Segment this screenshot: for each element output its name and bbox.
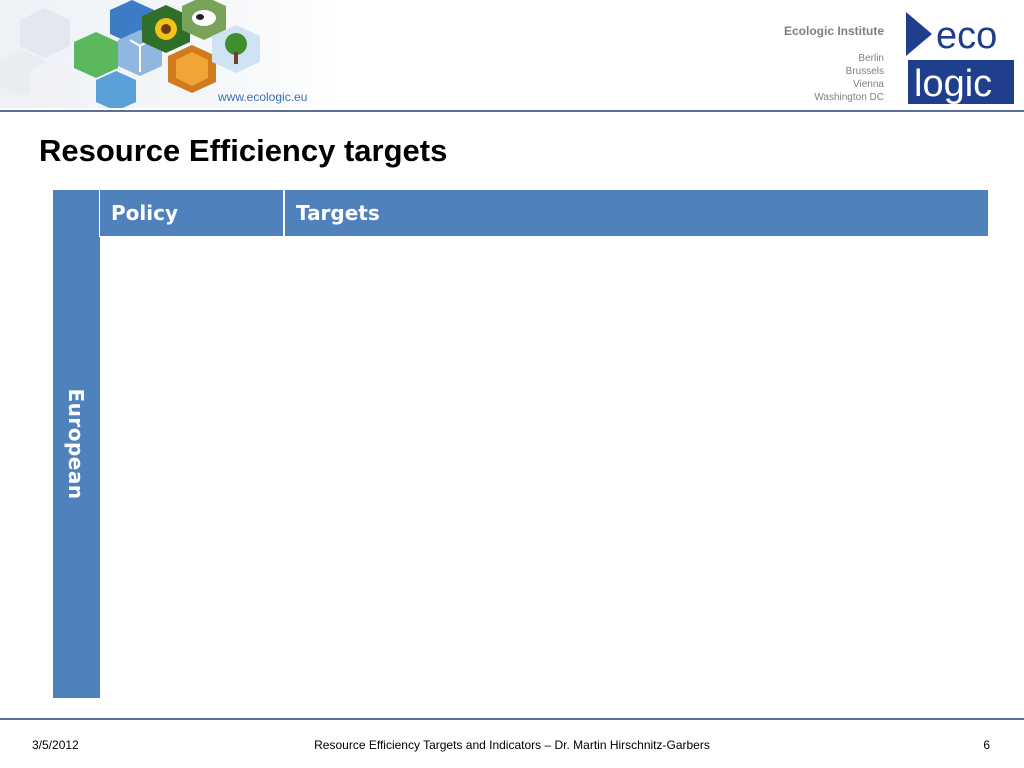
ecologic-logo: eco logic	[906, 12, 1014, 105]
footer-title: Resource Efficiency Targets and Indicato…	[314, 738, 710, 752]
slide: www.ecologic.eu Ecologic Institute Berli…	[0, 0, 1024, 768]
city-berlin: Berlin	[858, 53, 884, 64]
slide-title: Resource Efficiency targets	[39, 133, 448, 168]
row-group-band: European	[53, 190, 99, 698]
table-body	[100, 237, 988, 698]
city-vienna: Vienna	[853, 79, 884, 90]
footer-divider	[0, 718, 1024, 720]
column-header-targets: Targets	[285, 190, 988, 236]
table-header-row: Policy Targets	[100, 190, 988, 236]
logo-word-logic: logic	[914, 63, 992, 105]
city-washington: Washington DC	[814, 92, 884, 103]
logo-word-eco: eco	[936, 15, 997, 57]
page-number: 6	[983, 738, 990, 752]
green-hex	[74, 32, 118, 78]
row-group-label: European	[64, 388, 88, 500]
institute-block: Ecologic Institute Berlin Brussels Vienn…	[784, 24, 884, 104]
website-url[interactable]: www.ecologic.eu	[218, 90, 307, 104]
institute-name: Ecologic Institute	[783, 24, 884, 38]
header-divider	[0, 110, 1024, 112]
column-header-policy: Policy	[100, 190, 285, 236]
city-brussels: Brussels	[845, 66, 884, 77]
header: www.ecologic.eu Ecologic Institute Berli…	[0, 0, 1024, 112]
